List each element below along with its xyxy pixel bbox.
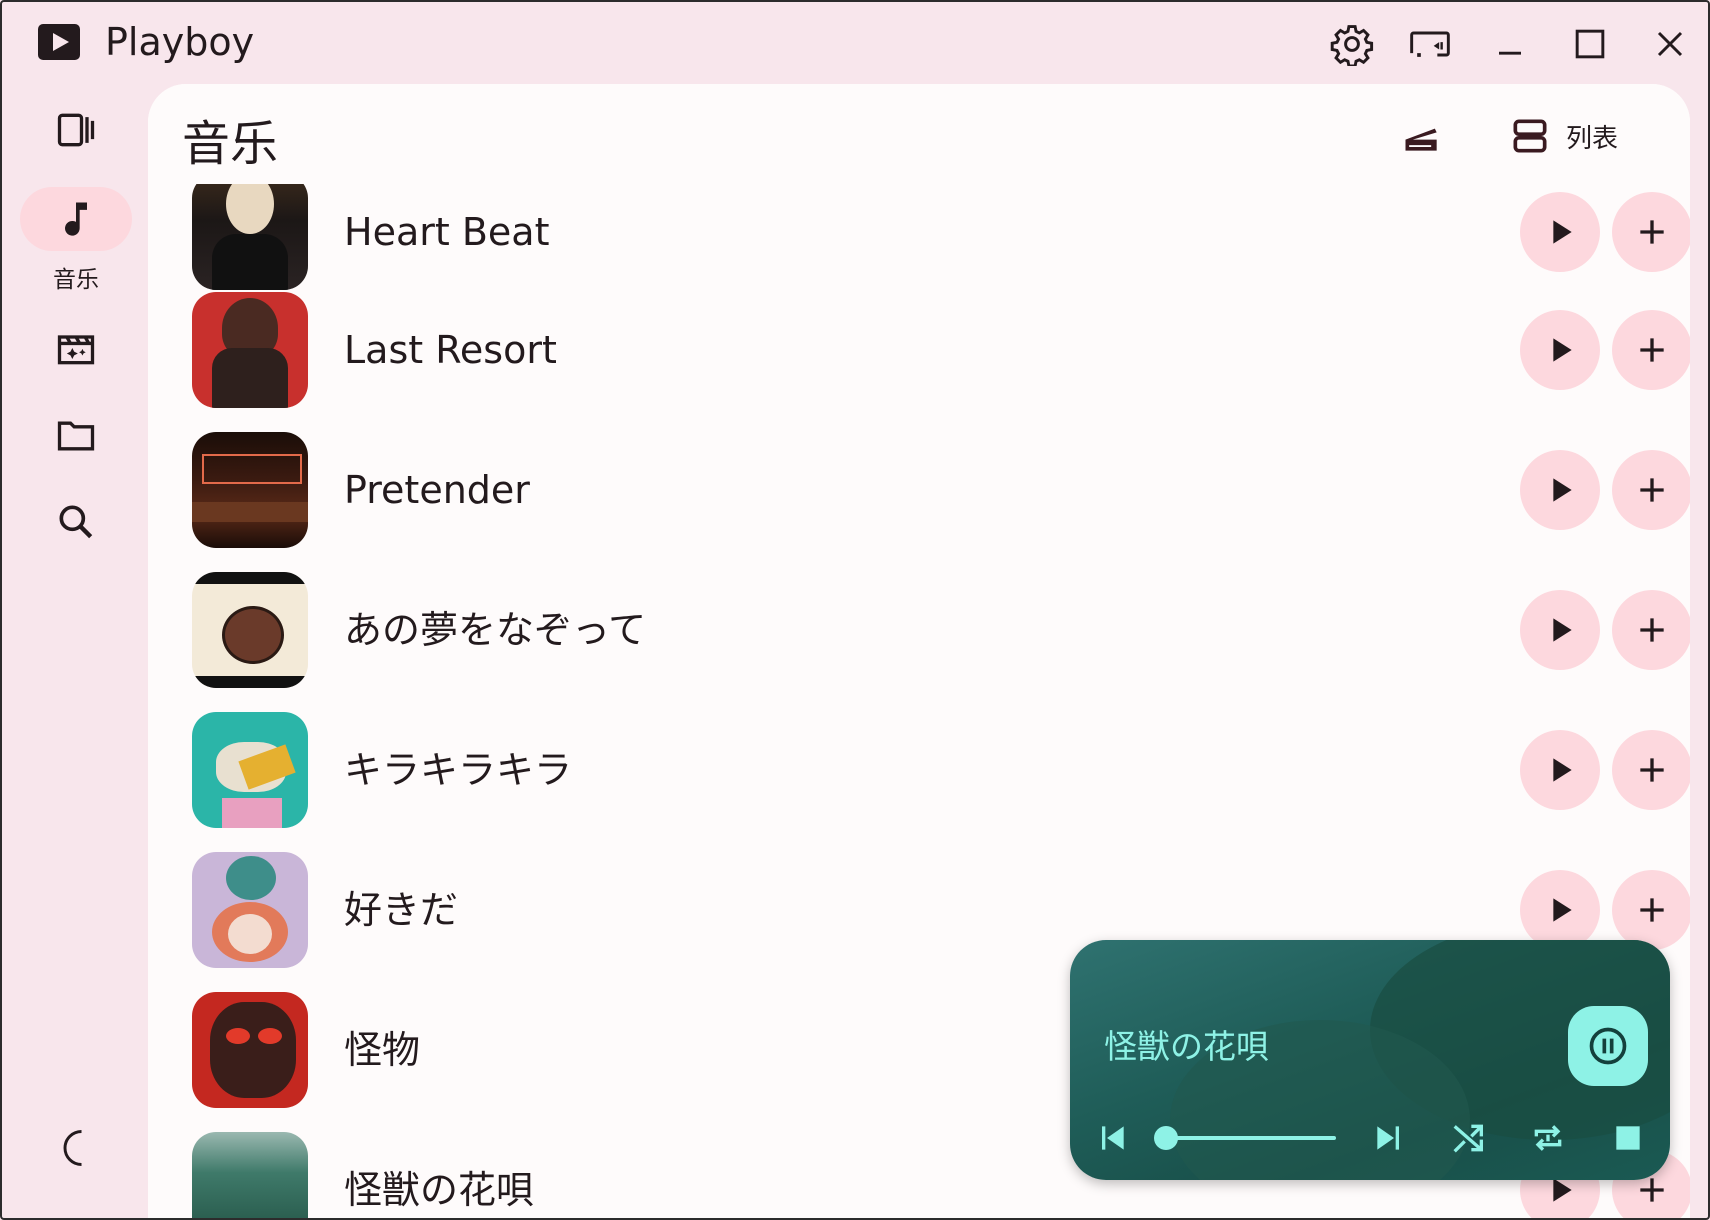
scan-button[interactable] <box>1400 114 1444 158</box>
title-bar: Playboy <box>2 2 1708 84</box>
play-icon <box>1553 338 1572 362</box>
settings-icon <box>1330 25 1374 66</box>
list-item[interactable]: Last Resort <box>192 292 1690 408</box>
add-icon <box>1640 618 1664 642</box>
next-button[interactable] <box>1367 1116 1411 1160</box>
play-button[interactable] <box>1520 192 1600 272</box>
shuffle-button[interactable] <box>1446 1116 1490 1160</box>
add-icon <box>1640 758 1664 782</box>
song-title: 怪獣の花唄 <box>344 1168 535 1212</box>
play-icon <box>1553 618 1572 642</box>
video-library-icon <box>57 113 95 147</box>
skip-previous-icon <box>1102 1126 1124 1150</box>
cast-button[interactable] <box>1406 20 1454 68</box>
album-cover <box>192 292 308 408</box>
progress-thumb[interactable] <box>1154 1126 1178 1150</box>
sidebar-item-music[interactable] <box>20 187 132 251</box>
song-title: 好きだ <box>344 888 459 932</box>
add-to-queue-button[interactable] <box>1612 450 1690 530</box>
album-cover <box>192 572 308 688</box>
page-title: 音乐 <box>182 116 279 172</box>
song-title: Last Resort <box>344 328 557 372</box>
repeat-one-button[interactable] <box>1526 1116 1570 1160</box>
play-button[interactable] <box>1520 450 1600 530</box>
dark-mode-icon <box>63 1130 82 1166</box>
movie-icon <box>57 335 95 365</box>
mini-player[interactable]: 怪獣の花唄 <box>1070 940 1670 1180</box>
minimize-button[interactable] <box>1486 20 1534 68</box>
settings-button[interactable] <box>1328 20 1376 68</box>
music-note-icon <box>65 202 87 236</box>
play-icon <box>1553 758 1572 782</box>
list-item[interactable]: キラキラキラ <box>192 712 1690 828</box>
list-item[interactable]: Pretender <box>192 432 1690 548</box>
album-cover <box>192 852 308 968</box>
add-icon <box>1640 338 1664 362</box>
play-button[interactable] <box>1520 730 1600 810</box>
pause-button[interactable] <box>1568 1006 1648 1086</box>
add-icon <box>1640 220 1664 244</box>
pause-icon <box>1589 1027 1627 1065</box>
maximize-button[interactable] <box>1566 20 1614 68</box>
folder-icon <box>57 421 95 451</box>
play-button[interactable] <box>1520 590 1600 670</box>
song-title: Heart Beat <box>344 210 550 254</box>
view-agenda-icon <box>1513 119 1547 153</box>
previous-button[interactable] <box>1090 1116 1134 1160</box>
play-icon <box>1553 898 1572 922</box>
song-title: キラキラキラ <box>344 748 573 792</box>
maximize-icon <box>1575 29 1605 59</box>
album-cover <box>192 1132 308 1218</box>
add-to-queue-button[interactable] <box>1612 730 1690 810</box>
stop-icon <box>1616 1126 1640 1150</box>
play-button[interactable] <box>1520 870 1600 950</box>
shuffle-icon <box>1453 1124 1483 1153</box>
app-logo-icon <box>38 24 80 60</box>
add-icon <box>1640 478 1664 502</box>
song-title: あの夢をなぞって <box>344 608 647 652</box>
scanner-icon <box>1405 128 1437 151</box>
play-icon <box>1553 478 1572 502</box>
search-icon <box>59 505 93 539</box>
list-item[interactable]: あの夢をなぞって <box>192 572 1690 688</box>
now-playing-title: 怪獣の花唄 <box>1104 1027 1269 1066</box>
sidebar-item-video-library[interactable] <box>20 98 132 162</box>
view-mode-toggle[interactable]: 列表 <box>1508 114 1618 158</box>
play-icon <box>1553 220 1572 244</box>
song-title: Pretender <box>344 468 530 512</box>
view-mode-label: 列表 <box>1566 123 1619 154</box>
cast-icon <box>1410 31 1450 57</box>
page-header: 音乐 列表 <box>148 84 1690 184</box>
minimize-icon <box>1499 51 1521 55</box>
add-to-queue-button[interactable] <box>1612 590 1690 670</box>
close-icon <box>1657 31 1683 57</box>
album-cover <box>192 432 308 548</box>
repeat-one-icon <box>1534 1125 1562 1151</box>
sidebar-item-folders[interactable] <box>20 404 132 468</box>
add-to-queue-button[interactable] <box>1612 870 1690 950</box>
skip-next-icon <box>1377 1126 1399 1150</box>
play-button[interactable] <box>1520 310 1600 390</box>
close-button[interactable] <box>1646 20 1694 68</box>
add-to-queue-button[interactable] <box>1612 310 1690 390</box>
album-cover <box>192 992 308 1108</box>
stop-button[interactable] <box>1606 1116 1650 1160</box>
album-cover <box>192 174 308 290</box>
album-cover <box>192 712 308 828</box>
add-to-queue-button[interactable] <box>1612 192 1690 272</box>
app-title: Playboy <box>105 20 255 64</box>
add-icon <box>1640 898 1664 922</box>
dark-mode-toggle[interactable] <box>20 1116 132 1180</box>
sidebar-item-movies[interactable] <box>20 316 132 380</box>
sidebar-item-music-label: 音乐 <box>53 267 99 293</box>
progress-track[interactable] <box>1166 1136 1336 1140</box>
app-window: Playboy 音乐 Heart Beat Last Resort Preten… <box>0 0 1710 1220</box>
sidebar-item-search[interactable] <box>20 490 132 554</box>
song-title: 怪物 <box>344 1028 421 1072</box>
